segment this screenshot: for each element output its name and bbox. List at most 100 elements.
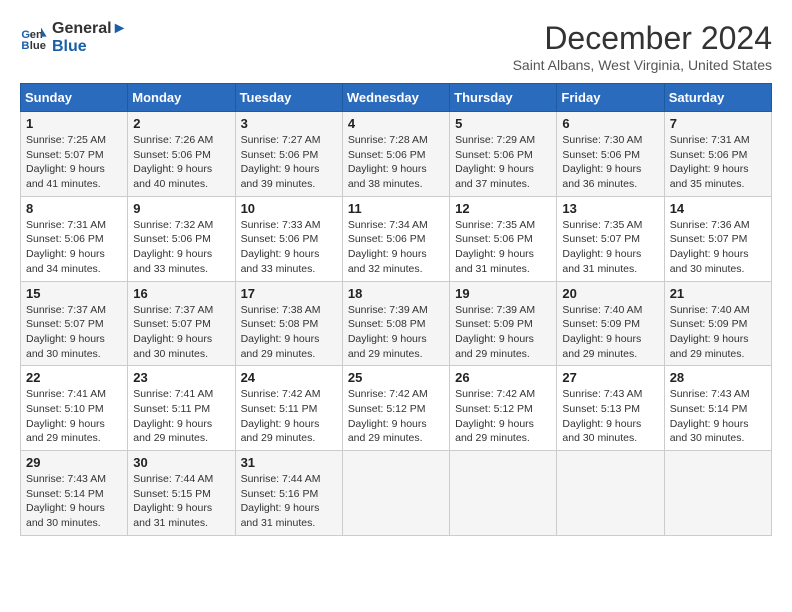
calendar-cell: 24Sunrise: 7:42 AMSunset: 5:11 PMDayligh…: [235, 366, 342, 451]
day-info: Sunrise: 7:39 AMSunset: 5:08 PMDaylight:…: [348, 303, 444, 362]
day-number: 29: [26, 455, 122, 470]
day-number: 11: [348, 201, 444, 216]
day-number: 31: [241, 455, 337, 470]
calendar-cell: 22Sunrise: 7:41 AMSunset: 5:10 PMDayligh…: [21, 366, 128, 451]
day-info: Sunrise: 7:37 AMSunset: 5:07 PMDaylight:…: [133, 303, 229, 362]
day-info: Sunrise: 7:29 AMSunset: 5:06 PMDaylight:…: [455, 133, 551, 192]
calendar-cell: 13 Sunrise: 7:35 AMSunset: 5:07 PMDayligh…: [557, 196, 664, 281]
day-info: Sunrise: 7:33 AMSunset: 5:06 PMDaylight:…: [241, 218, 337, 277]
day-info: Sunrise: 7:25 AMSunset: 5:07 PMDaylight:…: [26, 133, 122, 192]
weekday-header-sunday: Sunday: [21, 84, 128, 112]
calendar-week-row: 15 Sunrise: 7:37 AMSunset: 5:07 PMDayligh…: [21, 281, 772, 366]
calendar-cell: 8 Sunrise: 7:31 AMSunset: 5:06 PMDaylight…: [21, 196, 128, 281]
calendar-cell: 20 Sunrise: 7:40 AMSunset: 5:09 PMDayligh…: [557, 281, 664, 366]
calendar-cell: 23Sunrise: 7:41 AMSunset: 5:11 PMDayligh…: [128, 366, 235, 451]
logo: G en B lue General► Blue: [20, 20, 127, 56]
calendar-cell: 16Sunrise: 7:37 AMSunset: 5:07 PMDayligh…: [128, 281, 235, 366]
calendar-cell: 28Sunrise: 7:43 AMSunset: 5:14 PMDayligh…: [664, 366, 771, 451]
day-info: Sunrise: 7:44 AMSunset: 5:16 PMDaylight:…: [241, 472, 337, 531]
title-section: December 2024 Saint Albans, West Virgini…: [513, 20, 772, 73]
calendar-week-row: 8 Sunrise: 7:31 AMSunset: 5:06 PMDaylight…: [21, 196, 772, 281]
calendar-cell: [664, 451, 771, 536]
calendar-week-row: 29 Sunrise: 7:43 AMSunset: 5:14 PMDayligh…: [21, 451, 772, 536]
calendar-cell: 6 Sunrise: 7:30 AMSunset: 5:06 PMDaylight…: [557, 112, 664, 197]
day-number: 21: [670, 286, 766, 301]
weekday-header-friday: Friday: [557, 84, 664, 112]
calendar-cell: 31 Sunrise: 7:44 AMSunset: 5:16 PMDayligh…: [235, 451, 342, 536]
calendar-table: SundayMondayTuesdayWednesdayThursdayFrid…: [20, 83, 772, 536]
day-number: 26: [455, 370, 551, 385]
calendar-cell: 19 Sunrise: 7:39 AMSunset: 5:09 PMDayligh…: [450, 281, 557, 366]
day-number: 12: [455, 201, 551, 216]
calendar-week-row: 22Sunrise: 7:41 AMSunset: 5:10 PMDayligh…: [21, 366, 772, 451]
calendar-cell: 29 Sunrise: 7:43 AMSunset: 5:14 PMDayligh…: [21, 451, 128, 536]
day-info: Sunrise: 7:32 AMSunset: 5:06 PMDaylight:…: [133, 218, 229, 277]
calendar-week-row: 1 Sunrise: 7:25 AMSunset: 5:07 PMDaylight…: [21, 112, 772, 197]
day-info: Sunrise: 7:26 AMSunset: 5:06 PMDaylight:…: [133, 133, 229, 192]
calendar-cell: 3 Sunrise: 7:27 AMSunset: 5:06 PMDaylight…: [235, 112, 342, 197]
day-info: Sunrise: 7:39 AMSunset: 5:09 PMDaylight:…: [455, 303, 551, 362]
day-info: Sunrise: 7:28 AMSunset: 5:06 PMDaylight:…: [348, 133, 444, 192]
day-number: 18: [348, 286, 444, 301]
day-number: 30: [133, 455, 229, 470]
day-info: Sunrise: 7:30 AMSunset: 5:06 PMDaylight:…: [562, 133, 658, 192]
calendar-cell: 17Sunrise: 7:38 AMSunset: 5:08 PMDayligh…: [235, 281, 342, 366]
day-number: 23: [133, 370, 229, 385]
day-number: 4: [348, 116, 444, 131]
day-number: 2: [133, 116, 229, 131]
day-number: 19: [455, 286, 551, 301]
day-info: Sunrise: 7:44 AMSunset: 5:15 PMDaylight:…: [133, 472, 229, 531]
weekday-header-thursday: Thursday: [450, 84, 557, 112]
day-info: Sunrise: 7:42 AMSunset: 5:12 PMDaylight:…: [455, 387, 551, 446]
day-info: Sunrise: 7:43 AMSunset: 5:14 PMDaylight:…: [26, 472, 122, 531]
day-number: 1: [26, 116, 122, 131]
calendar-cell: 5Sunrise: 7:29 AMSunset: 5:06 PMDaylight…: [450, 112, 557, 197]
weekday-header-wednesday: Wednesday: [342, 84, 449, 112]
day-number: 15: [26, 286, 122, 301]
day-number: 28: [670, 370, 766, 385]
calendar-cell: 14 Sunrise: 7:36 AMSunset: 5:07 PMDayligh…: [664, 196, 771, 281]
page-header: G en B lue General► Blue December 2024 S…: [20, 20, 772, 73]
calendar-cell: 30 Sunrise: 7:44 AMSunset: 5:15 PMDayligh…: [128, 451, 235, 536]
calendar-cell: 4 Sunrise: 7:28 AMSunset: 5:06 PMDaylight…: [342, 112, 449, 197]
calendar-cell: 11Sunrise: 7:34 AMSunset: 5:06 PMDayligh…: [342, 196, 449, 281]
weekday-header-monday: Monday: [128, 84, 235, 112]
calendar-cell: 2 Sunrise: 7:26 AMSunset: 5:06 PMDaylight…: [128, 112, 235, 197]
calendar-cell: [450, 451, 557, 536]
day-info: Sunrise: 7:42 AMSunset: 5:11 PMDaylight:…: [241, 387, 337, 446]
page-title: December 2024: [513, 20, 772, 57]
day-info: Sunrise: 7:41 AMSunset: 5:10 PMDaylight:…: [26, 387, 122, 446]
day-number: 27: [562, 370, 658, 385]
calendar-cell: [342, 451, 449, 536]
day-number: 7: [670, 116, 766, 131]
logo-icon: G en B lue: [20, 24, 48, 52]
day-info: Sunrise: 7:38 AMSunset: 5:08 PMDaylight:…: [241, 303, 337, 362]
svg-text:B: B: [21, 40, 29, 52]
svg-text:lue: lue: [30, 40, 46, 52]
day-number: 13: [562, 201, 658, 216]
day-info: Sunrise: 7:36 AMSunset: 5:07 PMDaylight:…: [670, 218, 766, 277]
day-info: Sunrise: 7:27 AMSunset: 5:06 PMDaylight:…: [241, 133, 337, 192]
day-number: 6: [562, 116, 658, 131]
day-info: Sunrise: 7:35 AMSunset: 5:06 PMDaylight:…: [455, 218, 551, 277]
weekday-header-row: SundayMondayTuesdayWednesdayThursdayFrid…: [21, 84, 772, 112]
day-number: 8: [26, 201, 122, 216]
day-number: 3: [241, 116, 337, 131]
day-info: Sunrise: 7:40 AMSunset: 5:09 PMDaylight:…: [670, 303, 766, 362]
day-info: Sunrise: 7:42 AMSunset: 5:12 PMDaylight:…: [348, 387, 444, 446]
day-number: 14: [670, 201, 766, 216]
day-number: 9: [133, 201, 229, 216]
day-info: Sunrise: 7:35 AMSunset: 5:07 PMDaylight:…: [562, 218, 658, 277]
logo-text: General► Blue: [52, 20, 127, 56]
day-info: Sunrise: 7:31 AMSunset: 5:06 PMDaylight:…: [26, 218, 122, 277]
page-subtitle: Saint Albans, West Virginia, United Stat…: [513, 57, 772, 73]
day-info: Sunrise: 7:40 AMSunset: 5:09 PMDaylight:…: [562, 303, 658, 362]
day-info: Sunrise: 7:37 AMSunset: 5:07 PMDaylight:…: [26, 303, 122, 362]
calendar-cell: 7 Sunrise: 7:31 AMSunset: 5:06 PMDaylight…: [664, 112, 771, 197]
calendar-cell: 27Sunrise: 7:43 AMSunset: 5:13 PMDayligh…: [557, 366, 664, 451]
day-number: 10: [241, 201, 337, 216]
calendar-cell: 12 Sunrise: 7:35 AMSunset: 5:06 PMDayligh…: [450, 196, 557, 281]
calendar-cell: 9 Sunrise: 7:32 AMSunset: 5:06 PMDaylight…: [128, 196, 235, 281]
day-info: Sunrise: 7:31 AMSunset: 5:06 PMDaylight:…: [670, 133, 766, 192]
day-number: 20: [562, 286, 658, 301]
